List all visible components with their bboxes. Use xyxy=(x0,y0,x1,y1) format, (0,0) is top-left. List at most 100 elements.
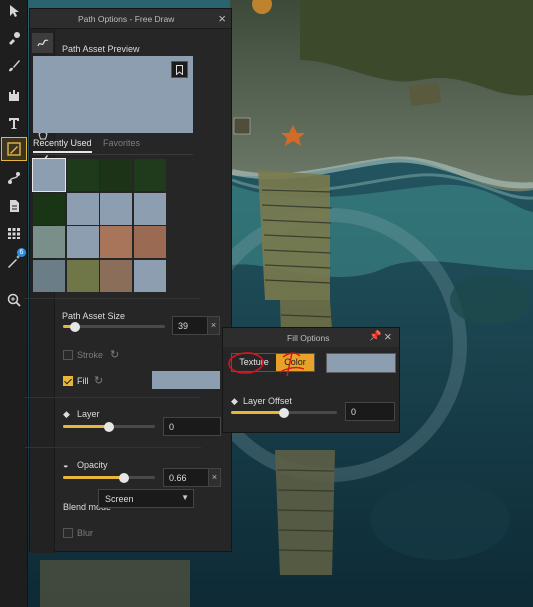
blend-mode-value: Screen xyxy=(105,494,134,504)
paint-brush-icon xyxy=(9,60,20,72)
asset-size-input[interactable]: 39 xyxy=(172,316,208,335)
path-asset-preview xyxy=(33,56,193,133)
divider xyxy=(25,397,201,398)
path-tool-button[interactable] xyxy=(1,137,27,161)
asset-tabs: Recently Used Favorites xyxy=(33,138,193,155)
texture-thumbnail[interactable] xyxy=(33,226,65,258)
zoom-icon xyxy=(7,293,21,307)
slider-knob[interactable] xyxy=(279,407,289,418)
node-icon xyxy=(8,172,20,184)
divider xyxy=(25,298,201,299)
layer-label: Layer xyxy=(77,409,100,419)
divider xyxy=(25,447,201,448)
stroke-label: Stroke xyxy=(77,350,104,360)
tab-favorites[interactable]: Favorites xyxy=(103,138,140,148)
texture-thumbnail[interactable] xyxy=(66,192,99,225)
fill-color-picker[interactable] xyxy=(326,353,396,373)
asset-size-label: Path Asset Size xyxy=(62,311,126,321)
fill-label: Fill xyxy=(77,376,89,386)
main-toolbar: 6 xyxy=(0,0,28,607)
reset-icon[interactable]: ↻ xyxy=(94,374,103,387)
color-mode-button[interactable]: Color xyxy=(276,354,314,371)
opacity-slider[interactable] xyxy=(63,472,155,483)
path-tool-icon xyxy=(7,142,21,156)
opacity-label: Opacity xyxy=(77,460,108,470)
select-tool-button[interactable] xyxy=(2,0,26,22)
slider-fill xyxy=(63,425,109,428)
layer-offset-slider[interactable] xyxy=(231,407,337,418)
chevron-down-icon: ▼ xyxy=(181,493,189,502)
building-tool-button[interactable] xyxy=(2,84,26,106)
slider-knob[interactable] xyxy=(104,421,114,432)
grid-icon xyxy=(8,228,20,239)
fill-checkbox[interactable] xyxy=(63,376,73,386)
preview-heading: Path Asset Preview xyxy=(62,44,140,54)
layer-slider[interactable] xyxy=(63,421,155,432)
asset-tool-button[interactable] xyxy=(2,27,26,49)
clear-button[interactable]: × xyxy=(209,468,221,487)
texture-thumbnail[interactable] xyxy=(100,226,132,258)
texture-thumbnail[interactable] xyxy=(100,259,132,292)
slider-knob[interactable] xyxy=(118,472,129,483)
texture-thumbnail[interactable] xyxy=(66,259,99,292)
text-tool-button[interactable] xyxy=(2,112,26,134)
texture-thumbnail[interactable] xyxy=(100,192,132,225)
texture-thumbnail[interactable] xyxy=(33,259,65,292)
brush-stamp-icon xyxy=(9,32,20,45)
slider-fill xyxy=(231,411,284,414)
notes-tool-button[interactable] xyxy=(2,195,26,217)
stroke-checkbox[interactable] xyxy=(63,350,73,360)
wand-count-badge: 6 xyxy=(17,248,26,257)
texture-thumbnail[interactable] xyxy=(133,159,166,191)
pin-icon[interactable]: 📌 xyxy=(369,331,381,342)
close-icon[interactable]: × xyxy=(384,329,392,344)
castle-icon xyxy=(9,90,19,101)
bookmark-button[interactable] xyxy=(171,61,188,78)
clear-button[interactable]: × xyxy=(208,316,220,335)
slider-knob[interactable] xyxy=(70,321,81,332)
effects-tool-button[interactable]: 6 xyxy=(2,248,26,272)
fill-options-titlebar[interactable]: Fill Options 📌 × xyxy=(223,328,399,347)
close-icon[interactable]: × xyxy=(218,11,226,26)
texture-mode-button[interactable]: Texture xyxy=(232,354,276,371)
texture-thumbnail[interactable] xyxy=(100,159,132,191)
layer-offset-label: Layer Offset xyxy=(243,396,292,406)
reset-icon[interactable]: ↻ xyxy=(110,348,119,361)
text-icon xyxy=(9,118,19,129)
texture-thumbnail[interactable] xyxy=(32,158,66,192)
blend-mode-select[interactable]: Screen ▼ xyxy=(98,489,194,508)
texture-thumbnail[interactable] xyxy=(133,226,166,258)
opacity-input[interactable]: 0.66 xyxy=(163,468,209,487)
texture-thumbnail[interactable] xyxy=(66,159,99,191)
blur-label: Blur xyxy=(77,528,94,538)
layers-icon: ◆ xyxy=(231,396,238,406)
grid-tool-button[interactable] xyxy=(2,222,26,244)
texture-thumbnail[interactable] xyxy=(66,226,99,258)
node-tool-button[interactable] xyxy=(2,167,26,189)
freehand-icon xyxy=(36,39,48,47)
zoom-tool-button[interactable] xyxy=(2,289,26,311)
slider-fill xyxy=(63,476,124,479)
texture-thumbnail[interactable] xyxy=(133,192,166,225)
blur-checkbox[interactable] xyxy=(63,528,73,538)
fill-color-swatch[interactable] xyxy=(152,371,220,389)
texture-thumbnail[interactable] xyxy=(133,259,166,292)
opacity-icon: ◒ xyxy=(63,460,69,470)
freehand-mode-button[interactable] xyxy=(32,33,53,53)
paint-tool-button[interactable] xyxy=(2,55,26,77)
fill-mode-toggle: Texture Color xyxy=(231,353,315,372)
texture-thumbnail[interactable] xyxy=(33,192,65,225)
fill-options-panel: Fill Options 📌 × Texture Color ◆ Layer O… xyxy=(222,327,400,433)
layers-icon: ◆ xyxy=(63,409,70,419)
fill-options-title: Fill Options xyxy=(287,333,330,343)
path-options-title: Path Options - Free Draw xyxy=(78,14,175,24)
select-icon xyxy=(10,5,19,17)
bookmark-icon xyxy=(176,64,183,75)
layer-input[interactable]: 0 xyxy=(163,417,221,436)
tab-recently-used[interactable]: Recently Used xyxy=(33,138,92,153)
path-options-titlebar[interactable]: Path Options - Free Draw × xyxy=(30,9,231,29)
asset-grid xyxy=(32,158,167,293)
asset-size-slider[interactable] xyxy=(63,321,165,332)
layer-offset-input[interactable]: 0 xyxy=(345,402,395,421)
document-icon xyxy=(10,200,19,212)
